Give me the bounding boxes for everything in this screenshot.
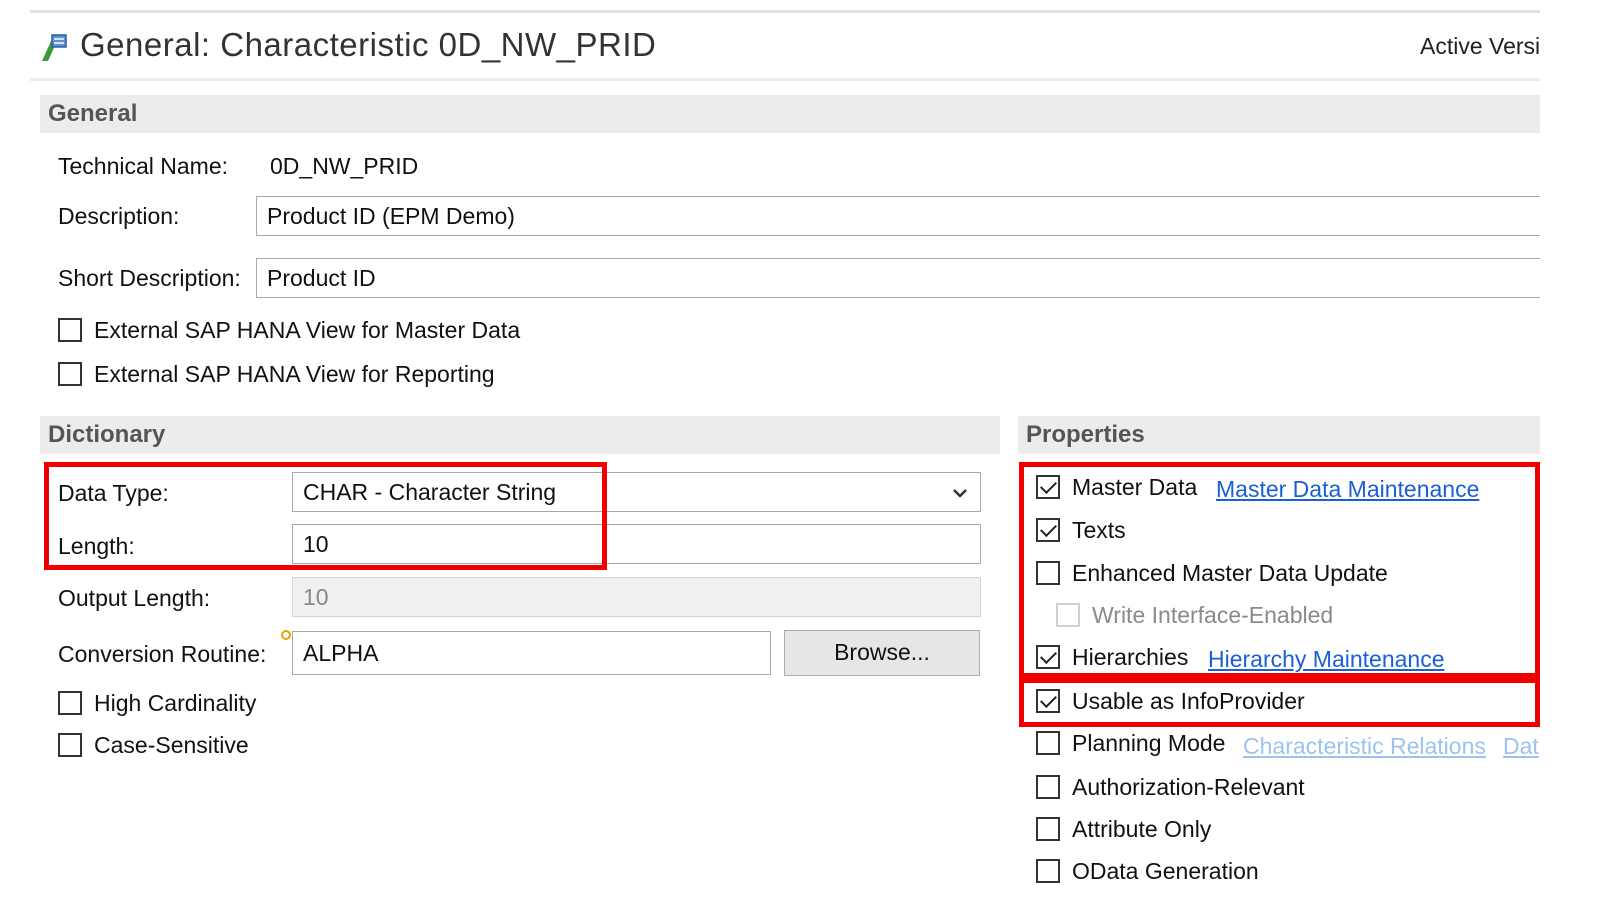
external-hana-master-data-label: External SAP HANA View for Master Data [94,317,521,343]
external-hana-reporting-checkbox[interactable] [58,362,82,386]
title-divider [30,78,1540,81]
output-length-label: Output Length: [58,585,211,611]
external-hana-reporting-label: External SAP HANA View for Reporting [94,361,495,387]
description-input[interactable]: Product ID (EPM Demo) [256,196,1540,236]
high-cardinality-label: High Cardinality [94,690,257,716]
authorization-relevant-checkbox[interactable] [1036,775,1060,799]
short-description-label: Short Description: [58,265,241,291]
data-slices-link[interactable]: Dat [1503,733,1540,760]
odata-generation-checkbox[interactable] [1036,859,1060,883]
planning-mode-label: Planning Mode [1072,730,1226,756]
general-section-header: General [40,95,1540,133]
attribute-only-checkbox[interactable] [1036,817,1060,841]
top-divider [30,10,1540,13]
attribute-only-label: Attribute Only [1072,816,1212,842]
dictionary-section-header: Dictionary [40,416,1000,454]
content-assist-icon [281,630,291,640]
characteristic-icon [42,34,67,61]
case-sensitive-checkbox[interactable] [58,733,82,757]
chevron-down-icon[interactable] [952,487,968,499]
short-description-input[interactable]: Product ID [256,258,1540,298]
highlight-properties [1019,462,1540,678]
technical-name-label: Technical Name: [58,153,229,179]
highlight-infoprovider [1019,678,1540,727]
case-sensitive-label: Case-Sensitive [94,732,249,758]
high-cardinality-checkbox[interactable] [58,691,82,715]
description-label: Description: [58,203,180,229]
output-length-input: 10 [292,577,981,617]
conversion-routine-label: Conversion Routine: [58,641,267,667]
external-hana-master-data-checkbox[interactable] [58,318,82,342]
highlight-datatype-length [44,462,607,570]
conversion-routine-input[interactable]: ALPHA [292,631,771,675]
browse-button[interactable]: Browse... [784,630,980,676]
page-title: General: Characteristic 0D_NW_PRID [80,26,657,63]
odata-generation-label: OData Generation [1072,858,1259,884]
technical-name-value: 0D_NW_PRID [270,153,419,179]
properties-section-header: Properties [1018,416,1540,454]
planning-mode-checkbox[interactable] [1036,731,1060,755]
authorization-relevant-label: Authorization-Relevant [1072,774,1305,800]
characteristic-relations-link[interactable]: Characteristic Relations [1243,733,1486,760]
version-label: Active Versi [1420,33,1540,59]
